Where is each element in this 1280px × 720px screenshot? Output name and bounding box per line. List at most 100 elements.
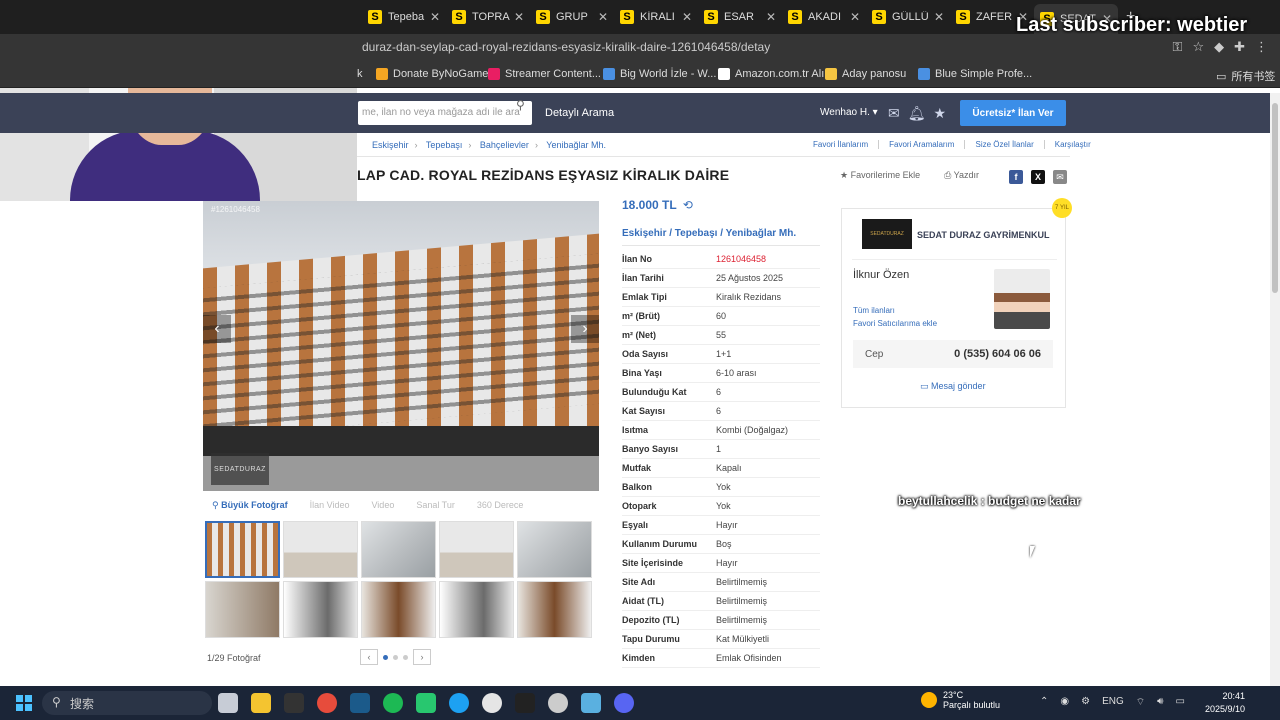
browser-tab[interactable]: S Tepeba ✕ bbox=[362, 4, 446, 30]
puzzle-icon[interactable]: ✚ bbox=[1234, 39, 1245, 55]
prev-photo-arrow-icon[interactable]: ‹ bbox=[203, 315, 231, 343]
breadcrumb-neighborhood[interactable]: Yenibağlar Mh. bbox=[546, 140, 606, 150]
app-icon[interactable] bbox=[581, 693, 601, 713]
thumbnail[interactable] bbox=[517, 581, 592, 638]
app-icon[interactable] bbox=[284, 693, 304, 713]
thumbnail[interactable] bbox=[205, 581, 280, 638]
steam-icon[interactable] bbox=[350, 693, 370, 713]
file-explorer-icon[interactable] bbox=[251, 693, 271, 713]
browser-tab[interactable]: S AKADI ✕ bbox=[782, 4, 866, 30]
thumbnail[interactable] bbox=[439, 521, 514, 578]
thumbnail[interactable] bbox=[205, 521, 280, 578]
mail-icon[interactable]: ✉ bbox=[888, 105, 900, 122]
taskbar-clock[interactable]: 20:41 2025/9/10 bbox=[1205, 690, 1245, 716]
facebook-icon[interactable]: f bbox=[1009, 170, 1023, 184]
app-icon[interactable] bbox=[416, 693, 436, 713]
pager-dot[interactable] bbox=[403, 654, 408, 660]
pager-dot[interactable] bbox=[393, 654, 398, 660]
bookmark-item[interactable]: Donate ByNoGame bbox=[376, 68, 488, 80]
tab-virtual-tour[interactable]: Sanal Tur bbox=[416, 500, 455, 511]
favorites-star-icon[interactable]: ★ bbox=[934, 105, 947, 122]
bookmark-item[interactable]: Big World İzle - W... bbox=[603, 68, 716, 80]
tab-big-photo[interactable]: ⚲ Büyük Fotoğraf bbox=[212, 500, 288, 511]
next-photo-arrow-icon[interactable]: › bbox=[571, 315, 599, 343]
extension-icon[interactable]: ◆ bbox=[1214, 39, 1224, 55]
seller-store-name[interactable]: SEDAT DURAZ GAYRİMENKUL bbox=[917, 230, 1050, 240]
breadcrumb-district[interactable]: Tepebaşı bbox=[426, 140, 463, 150]
app-icon[interactable] bbox=[482, 693, 502, 713]
close-tab-icon[interactable]: ✕ bbox=[850, 10, 860, 24]
language-indicator[interactable]: ENG bbox=[1102, 696, 1124, 709]
close-tab-icon[interactable]: ✕ bbox=[682, 10, 692, 24]
x-twitter-icon[interactable]: X bbox=[1031, 170, 1045, 184]
listing-location[interactable]: Eskişehir / Tepebaşı / Yenibağlar Mh. bbox=[622, 228, 796, 239]
breadcrumb-city[interactable]: Eskişehir bbox=[372, 140, 409, 150]
favorite-listings-link[interactable]: Favori İlanlarım bbox=[813, 140, 868, 149]
pager-prev-icon[interactable]: ‹ bbox=[360, 649, 378, 665]
chevron-up-icon[interactable]: ⌃ bbox=[1040, 696, 1048, 709]
spotify-icon[interactable] bbox=[383, 693, 403, 713]
add-favorite-seller-link[interactable]: Favori Satıcılarıma ekle bbox=[853, 319, 937, 328]
seller-logo[interactable]: SEDATDURAZ bbox=[862, 219, 912, 249]
menu-icon[interactable]: ⋮ bbox=[1255, 39, 1268, 55]
compare-link[interactable]: Karşılaştır bbox=[1043, 140, 1091, 149]
thumbnail[interactable] bbox=[283, 581, 358, 638]
price-history-icon[interactable]: ⟲ bbox=[683, 198, 693, 212]
discord-icon[interactable] bbox=[614, 693, 634, 713]
print-button[interactable]: ⎙ Yazdır bbox=[944, 170, 979, 181]
browser-tab[interactable]: S KİRALI ✕ bbox=[614, 4, 698, 30]
thumbnail[interactable] bbox=[517, 521, 592, 578]
browser-tab[interactable]: S ESAR ✕ bbox=[698, 4, 782, 30]
add-favorites-button[interactable]: ★ Favorilerime Ekle bbox=[840, 170, 920, 181]
tray-app-icon[interactable]: ◉ bbox=[1060, 696, 1069, 709]
wifi-icon[interactable]: ⌔ bbox=[1136, 696, 1145, 709]
all-listings-link[interactable]: Tüm ilanları bbox=[853, 306, 895, 315]
chrome-icon[interactable] bbox=[317, 693, 337, 713]
email-share-icon[interactable]: ✉ bbox=[1053, 170, 1067, 184]
close-tab-icon[interactable]: ✕ bbox=[430, 10, 440, 24]
bell-icon[interactable]: 🔔︎ bbox=[908, 105, 926, 122]
thumbnail[interactable] bbox=[283, 521, 358, 578]
scrollbar-thumb[interactable] bbox=[1272, 103, 1278, 293]
bookmark-item[interactable]: k bbox=[357, 68, 363, 80]
main-photo[interactable]: #1261046458 ‹ › SEDATDURAZ bbox=[203, 201, 599, 491]
user-menu[interactable]: Wenhao H. ▾ bbox=[820, 107, 878, 118]
key-icon[interactable]: ⚿ bbox=[1173, 39, 1183, 55]
browser-tab[interactable]: S GÜLLÜ ✕ bbox=[866, 4, 950, 30]
thumbnail[interactable] bbox=[361, 521, 436, 578]
bookmark-item[interactable]: Amazon.com.tr Alı... bbox=[718, 68, 833, 80]
taskbar-search[interactable]: ⚲ 搜索 bbox=[42, 691, 212, 715]
favorite-searches-link[interactable]: Favori Aramalarım bbox=[878, 140, 954, 149]
bookmark-item[interactable]: ▭ 所有书签 bbox=[1216, 68, 1275, 84]
close-tab-icon[interactable]: ✕ bbox=[598, 10, 608, 24]
windows-start-icon[interactable] bbox=[16, 695, 32, 711]
app-icon[interactable] bbox=[449, 693, 469, 713]
close-tab-icon[interactable]: ✕ bbox=[514, 10, 524, 24]
pager-next-icon[interactable]: › bbox=[413, 649, 431, 665]
task-view-icon[interactable] bbox=[218, 693, 238, 713]
tab-360[interactable]: 360 Derece bbox=[477, 500, 524, 511]
pager-dot[interactable] bbox=[383, 654, 388, 660]
thumbnail[interactable] bbox=[439, 581, 514, 638]
breadcrumb-area[interactable]: Bahçelievler bbox=[480, 140, 529, 150]
browser-tab[interactable]: S TOPRA ✕ bbox=[446, 4, 530, 30]
tab-listing-video[interactable]: İlan Video bbox=[310, 500, 350, 511]
battery-icon[interactable]: ▭ bbox=[1175, 696, 1184, 709]
thumbnail[interactable] bbox=[361, 581, 436, 638]
special-listings-link[interactable]: Size Özel İlanlar bbox=[964, 140, 1034, 149]
send-message-link[interactable]: ▭ Mesaj gönder bbox=[920, 381, 986, 392]
close-tab-icon[interactable]: ✕ bbox=[934, 10, 944, 24]
site-search-input[interactable]: me, ilan no veya mağaza adı ile ara bbox=[358, 101, 532, 125]
page-scrollbar[interactable] bbox=[1270, 93, 1280, 686]
bookmark-item[interactable]: Streamer Content... bbox=[488, 68, 601, 80]
tab-video[interactable]: Video bbox=[371, 500, 394, 511]
url-text[interactable]: duraz-dan-seylap-cad-royal-rezidans-esya… bbox=[362, 40, 770, 54]
bookmark-item[interactable]: Aday panosu bbox=[825, 68, 906, 80]
close-tab-icon[interactable]: ✕ bbox=[766, 10, 776, 24]
star-icon[interactable]: ☆ bbox=[1192, 39, 1204, 55]
volume-icon[interactable]: 🔊︎ bbox=[1157, 696, 1163, 709]
advanced-search-link[interactable]: Detaylı Arama bbox=[545, 107, 614, 119]
post-ad-button[interactable]: Ücretsiz* İlan Ver bbox=[960, 100, 1066, 126]
weather-widget[interactable]: 23°C Parçalı bulutlu bbox=[921, 690, 1000, 710]
phone-number[interactable]: 0 (535) 604 06 06 bbox=[954, 348, 1041, 360]
